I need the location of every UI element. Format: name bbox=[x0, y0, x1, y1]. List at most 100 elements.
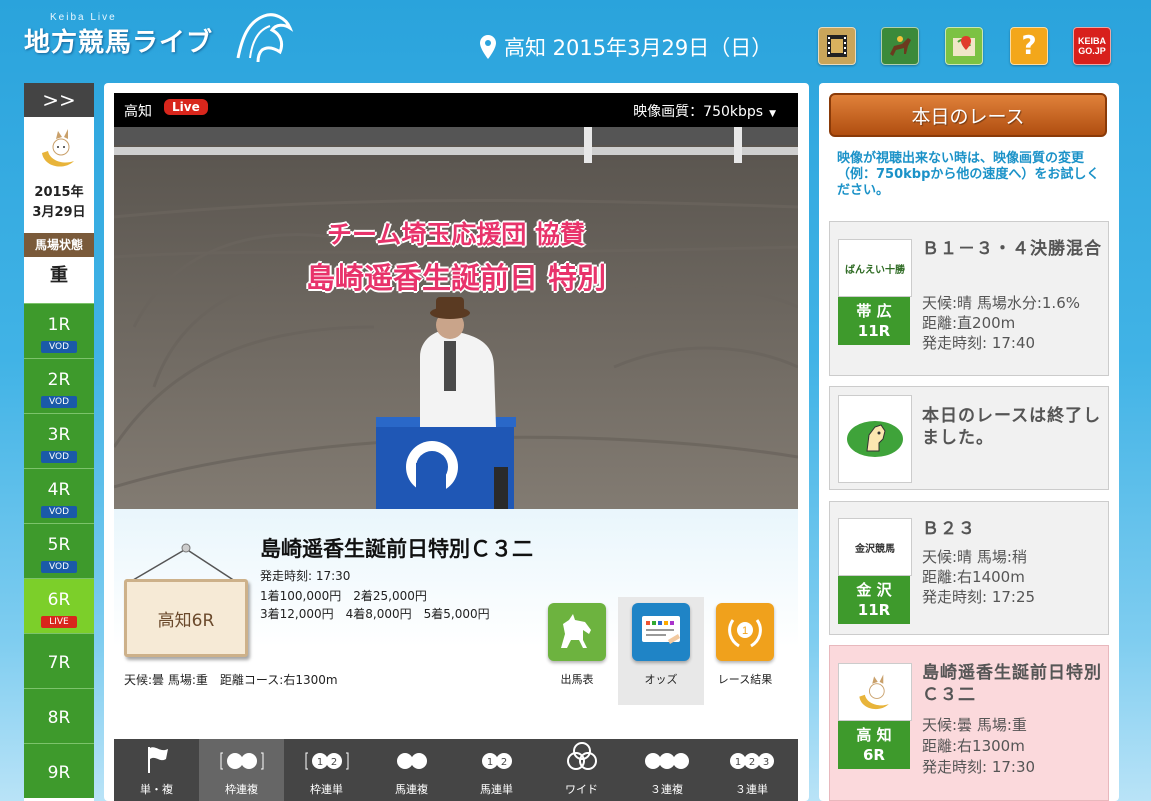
logo-title: 地方競馬ライブ bbox=[24, 28, 214, 58]
race-label: 5R bbox=[47, 535, 71, 555]
venue-mascot bbox=[24, 117, 94, 179]
tab-label: 単・複 bbox=[140, 783, 173, 796]
entries-button[interactable]: 出馬表 bbox=[534, 597, 620, 705]
video-list-button[interactable] bbox=[818, 27, 856, 65]
three-balls-icon bbox=[644, 753, 689, 769]
card-distance: 距離:右1300m bbox=[922, 737, 1025, 755]
two-balls-icon bbox=[396, 753, 427, 769]
three-numbered-balls-icon: 123 bbox=[729, 753, 774, 769]
double-chevron-right-icon: >> bbox=[42, 88, 76, 112]
course-map-button[interactable] bbox=[945, 27, 983, 65]
card-start-time: 発走時刻: 17:30 bbox=[922, 758, 1036, 776]
video-quality-select[interactable]: 映像画質：750kbps ▼ bbox=[633, 101, 776, 121]
race-label: 2R bbox=[47, 370, 71, 390]
film-icon bbox=[827, 35, 847, 57]
tab-quinella[interactable]: 馬連複 bbox=[369, 739, 454, 801]
track-condition-value: 重 bbox=[50, 265, 68, 286]
bracket-two-balls-icon bbox=[220, 752, 263, 770]
horse-mascot-icon bbox=[847, 421, 903, 457]
sidebar-date-day: 3月29日 bbox=[32, 205, 86, 220]
three-circles-icon bbox=[566, 742, 597, 770]
racing-button[interactable] bbox=[881, 27, 919, 65]
results-button[interactable]: 1 レース結果 bbox=[702, 597, 788, 705]
venue-badge: 帯 広 11R bbox=[838, 297, 910, 345]
race-item-2r[interactable]: 2R VOD bbox=[24, 358, 94, 413]
sidebar-date: 2015年 3月29日 bbox=[24, 183, 94, 223]
video-player[interactable]: チーム埼玉応援団 協賛 島崎遥香生誕前日 特別 bbox=[114, 127, 798, 509]
race-item-6r[interactable]: 6R LIVE bbox=[24, 578, 94, 633]
tab-trifecta[interactable]: 123 ３連単 bbox=[709, 739, 794, 801]
race-item-9r[interactable]: 9R bbox=[24, 743, 94, 798]
kanazawa-keiba-logo: 金沢競馬 bbox=[838, 518, 912, 576]
venue-race: 11R bbox=[857, 601, 891, 619]
tab-label: ワイド bbox=[565, 783, 598, 796]
tab-wide[interactable]: ワイド bbox=[539, 739, 624, 801]
race-label: 9R bbox=[47, 763, 71, 783]
svg-text:2: 2 bbox=[500, 757, 506, 768]
prize-line-2: 3着12,000円 4着8,000円 5着5,000円 bbox=[260, 607, 490, 621]
tab-label: 馬連単 bbox=[480, 783, 513, 796]
tab-win-place[interactable]: 単・複 bbox=[114, 739, 199, 801]
tab-label: 馬連複 bbox=[395, 783, 428, 796]
sidebar-toggle[interactable]: >> bbox=[24, 83, 94, 117]
prize-line-1: 1着100,000円 2着25,000円 bbox=[260, 589, 427, 603]
tab-label: 枠連単 bbox=[310, 783, 343, 796]
card-distance: 距離:右1400m bbox=[922, 568, 1025, 586]
today-races-button[interactable]: 本日のレース bbox=[829, 93, 1107, 137]
vod-badge: VOD bbox=[41, 451, 77, 463]
race-label: 1R bbox=[47, 315, 71, 335]
race-sign: 高知6R bbox=[124, 539, 248, 657]
race-item-4r[interactable]: 4R VOD bbox=[24, 468, 94, 523]
race-item-3r[interactable]: 3R VOD bbox=[24, 413, 94, 468]
flag-icon bbox=[147, 747, 168, 773]
mascot-moon-icon bbox=[42, 129, 74, 167]
venue-horse-logo bbox=[838, 395, 912, 483]
card-weather: 天候:晴 馬場:稍 bbox=[922, 548, 1027, 566]
odds-board-icon bbox=[642, 616, 680, 644]
race-conditions: 天候:曇 馬場:重 距離コース:右1300m bbox=[124, 673, 338, 687]
keiba-go-jp-button[interactable]: KEIBA GO.JP bbox=[1073, 27, 1111, 65]
race-item-1r[interactable]: 1R VOD bbox=[24, 303, 94, 358]
track-condition-label: 馬場状態 bbox=[24, 233, 94, 257]
race-label: 6R bbox=[47, 590, 71, 610]
venue-name: 高 知 bbox=[856, 726, 892, 744]
vod-badge: VOD bbox=[41, 341, 77, 353]
race-item-8r[interactable]: 8R bbox=[24, 688, 94, 743]
odds-button[interactable]: オッズ bbox=[618, 597, 704, 705]
live-badge: LIVE bbox=[41, 616, 77, 628]
race-item-7r[interactable]: 7R bbox=[24, 633, 94, 688]
tab-bracket-exacta[interactable]: 12 枠連単 bbox=[284, 739, 369, 801]
venue-race: 11R bbox=[857, 322, 891, 340]
tab-exacta[interactable]: 12 馬連単 bbox=[454, 739, 539, 801]
race-card-kochi[interactable]: 高 知 6R 島崎遥香生誕前日特別Ｃ３二 天候:曇 馬場:重 距離:右1300m… bbox=[829, 645, 1109, 801]
two-numbered-balls-icon: 12 bbox=[481, 753, 512, 769]
video-quality-label: 映像画質：750kbps bbox=[633, 104, 764, 120]
race-title: 島崎遥香生誕前日特別Ｃ３二 bbox=[260, 537, 533, 561]
help-button[interactable]: ? bbox=[1010, 27, 1048, 65]
race-card-obihiro[interactable]: ばんえい十勝 帯 広 11R Ｂ１－３・４決勝混合 天候:晴 馬場水分:1.6%… bbox=[829, 221, 1109, 376]
svg-text:1: 1 bbox=[316, 757, 322, 768]
site-logo[interactable]: Keiba Live 地方競馬ライブ bbox=[24, 8, 294, 68]
mascot-moon-icon bbox=[859, 674, 889, 710]
race-card-finished[interactable]: 本日のレースは終了しました。 bbox=[829, 386, 1109, 490]
svg-text:1: 1 bbox=[734, 757, 740, 768]
race-sign-board: 高知6R bbox=[124, 579, 248, 657]
map-pin-icon bbox=[480, 35, 496, 59]
vod-badge: VOD bbox=[41, 396, 77, 408]
vod-badge: VOD bbox=[41, 561, 77, 573]
card-start-time: 発走時刻: 17:40 bbox=[922, 334, 1036, 352]
tab-bracket-quinella[interactable]: 枠連複 bbox=[199, 739, 284, 801]
sidebar-date-year: 2015年 bbox=[34, 185, 84, 200]
race-label: 7R bbox=[47, 653, 71, 673]
card-race-title: Ｂ１－３・４決勝混合 bbox=[922, 239, 1102, 259]
race-info-panel: 高知6R 島崎遥香生誕前日特別Ｃ３二 発走時刻: 17:30 1着100,000… bbox=[114, 509, 798, 739]
race-finished-message: 本日のレースは終了しました。 bbox=[922, 406, 1102, 448]
jockey-horse-icon bbox=[890, 36, 911, 56]
live-badge: Live bbox=[164, 99, 208, 115]
horse-icon bbox=[561, 614, 591, 648]
tab-trio[interactable]: ３連複 bbox=[624, 739, 709, 801]
location-date: 高知 2015年3月29日（日） bbox=[480, 32, 772, 62]
race-item-5r[interactable]: 5R VOD bbox=[24, 523, 94, 578]
race-card-kanazawa[interactable]: 金沢競馬 金 沢 11R Ｂ２３ 天候:晴 馬場:稍 距離:右1400m 発走時… bbox=[829, 501, 1109, 635]
venue-name: 帯 広 bbox=[856, 302, 892, 320]
